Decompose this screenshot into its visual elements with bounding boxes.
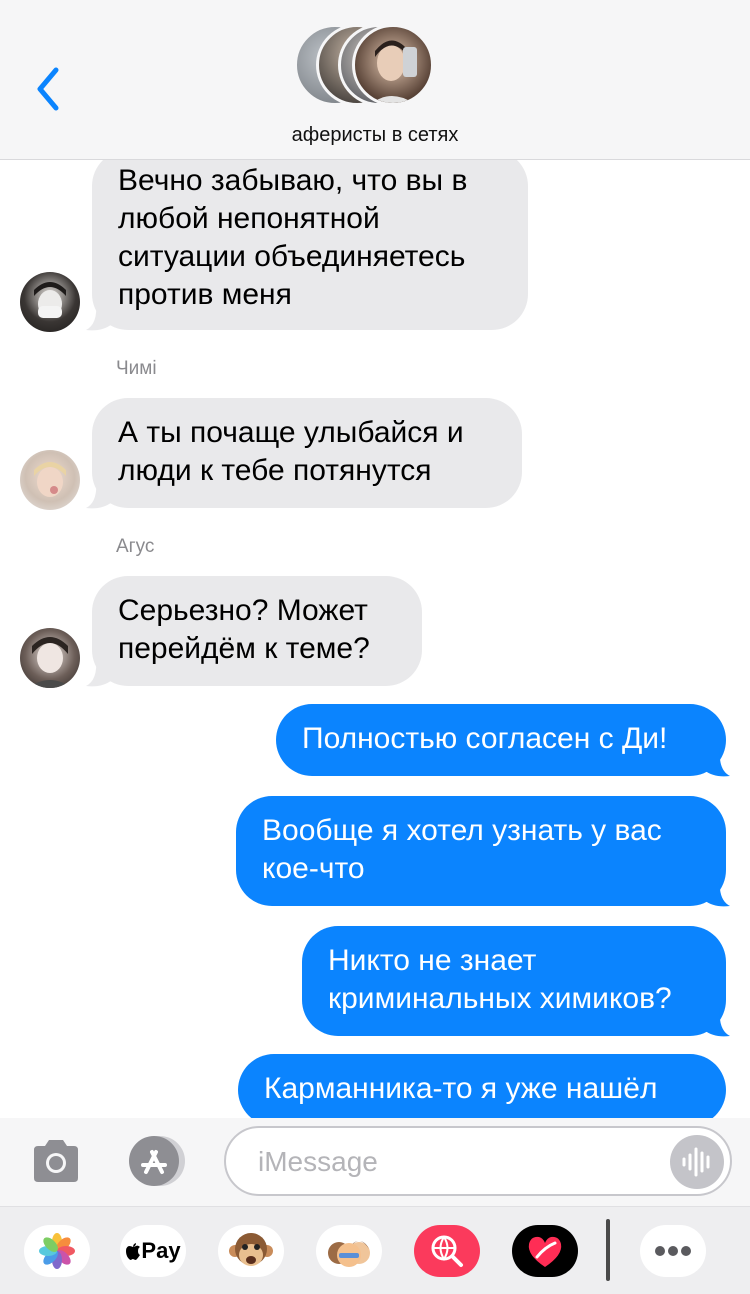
group-name[interactable]: аферисты в сетях xyxy=(0,124,750,147)
bubble-tail xyxy=(704,878,730,907)
message-input[interactable] xyxy=(258,1140,658,1184)
message-line: Карманника-то я уже нашёл xyxy=(264,1072,658,1105)
bubble-tail xyxy=(86,302,112,331)
message-line: Вообще я хотел узнать у вас xyxy=(262,814,662,847)
apple-logo-icon xyxy=(126,1243,141,1260)
chevron-left-icon[interactable] xyxy=(30,64,70,114)
avatar[interactable] xyxy=(20,272,80,332)
message-line: Никто не знает xyxy=(328,944,537,977)
outgoing-message-bubble[interactable]: Карманника-то я уже нашёл xyxy=(238,1054,726,1126)
group-avatar-stack[interactable] xyxy=(294,24,464,110)
message-line: Полностью согласен с Ди! xyxy=(302,722,668,755)
avatar xyxy=(352,24,434,106)
bubble-tail xyxy=(704,1008,730,1037)
app-strip-divider xyxy=(606,1219,610,1281)
memoji-icon[interactable] xyxy=(316,1225,382,1277)
message-line: люди к тебе потянутся xyxy=(118,454,432,487)
apple-pay-button[interactable]: Pay xyxy=(120,1225,186,1277)
avatar[interactable] xyxy=(20,628,80,688)
bubble-tail xyxy=(86,480,112,509)
app-store-icon[interactable] xyxy=(124,1134,188,1188)
imessage-app-strip: Pay xyxy=(0,1206,750,1294)
imessage-field[interactable] xyxy=(224,1126,732,1196)
outgoing-message-bubble[interactable]: Полностью согласен с Ди! xyxy=(276,704,726,776)
conversation-header: аферисты в сетях xyxy=(0,0,750,160)
pay-label: Pay xyxy=(141,1238,181,1263)
message-line: против меня xyxy=(118,278,292,311)
message-line: Серьезно? Может xyxy=(118,594,368,627)
message-line: любой непонятной xyxy=(118,202,380,235)
sender-name: Чимі xyxy=(116,358,157,379)
message-line: криминальных химиков? xyxy=(328,982,672,1015)
incoming-message-bubble[interactable]: Серьезно? Может перейдём к теме? xyxy=(92,576,422,686)
photos-icon[interactable] xyxy=(24,1225,90,1277)
bubble-tail xyxy=(704,748,730,777)
globe-search-icon[interactable] xyxy=(414,1225,480,1277)
more-icon[interactable] xyxy=(640,1225,706,1277)
message-input-bar xyxy=(0,1118,750,1206)
message-line: перейдём к теме? xyxy=(118,632,370,665)
avatar[interactable] xyxy=(20,450,80,510)
message-line: кое-что xyxy=(262,852,365,885)
heart-touch-icon[interactable] xyxy=(512,1225,578,1277)
camera-icon[interactable] xyxy=(30,1138,82,1184)
sender-name: Агус xyxy=(116,536,155,557)
bubble-tail xyxy=(86,658,112,687)
outgoing-message-bubble[interactable]: Никто не знает криминальных химиков? xyxy=(302,926,726,1036)
outgoing-message-bubble[interactable]: Вообще я хотел узнать у вас кое-что xyxy=(236,796,726,906)
incoming-message-bubble[interactable]: Вечно забываю, что вы в любой непонятной… xyxy=(92,150,528,330)
waveform-icon[interactable] xyxy=(670,1135,724,1189)
incoming-message-bubble[interactable]: А ты почаще улыбайся и люди к тебе потян… xyxy=(92,398,522,508)
message-line: Вечно забываю, что вы в xyxy=(118,164,468,197)
message-line: ситуации объединяетесь xyxy=(118,240,466,273)
message-line: А ты почаще улыбайся и xyxy=(118,416,464,449)
monkey-animoji-icon[interactable] xyxy=(218,1225,284,1277)
